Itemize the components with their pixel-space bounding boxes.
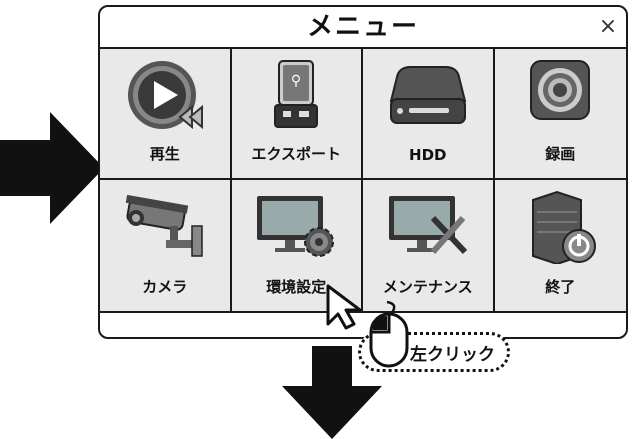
menu-item-label: HDD [409, 146, 447, 164]
security-camera-icon [125, 194, 203, 257]
record-icon [530, 60, 591, 120]
menu-item-export[interactable]: ⚲ エクスポート [231, 49, 363, 180]
usb-drive-icon: ⚲ [274, 60, 319, 128]
menu-item-label: 再生 [149, 145, 180, 163]
menu-grid: 再生 ⚲ エクスポート HDD 録画 カメラ 環境設定 メンテナンス 終了 [100, 47, 626, 313]
menu-item-hdd[interactable]: HDD [363, 49, 495, 180]
maintenance-monitor-icon [388, 196, 467, 255]
menu-item-label: カメラ [142, 278, 188, 296]
menu-item-camera[interactable]: カメラ [100, 180, 232, 311]
menu-item-label: エクスポート [251, 145, 342, 163]
hdd-icon [389, 66, 467, 124]
play-icon [127, 61, 203, 130]
menu-item-maintenance[interactable]: メンテナンス [363, 180, 495, 311]
menu-title: メニュー [306, 12, 419, 42]
arrow-down-icon [282, 346, 382, 439]
close-button[interactable]: × [596, 15, 620, 39]
arrow-right-icon [0, 112, 104, 224]
menu-item-exit[interactable]: 終了 [494, 180, 626, 311]
mouse-pointer-icon [326, 284, 362, 330]
shutdown-server-icon [532, 190, 597, 264]
menu-item-record[interactable]: 録画 [494, 49, 626, 180]
menu-item-playback[interactable]: 再生 [100, 49, 232, 180]
settings-monitor-icon [257, 196, 335, 257]
svg-text:⚲: ⚲ [291, 73, 301, 89]
menu-item-label: 録画 [545, 145, 576, 163]
left-click-label: 左クリック [410, 345, 495, 365]
menu-item-label: メンテナンス [382, 278, 473, 296]
menu-item-label: 終了 [545, 278, 576, 296]
